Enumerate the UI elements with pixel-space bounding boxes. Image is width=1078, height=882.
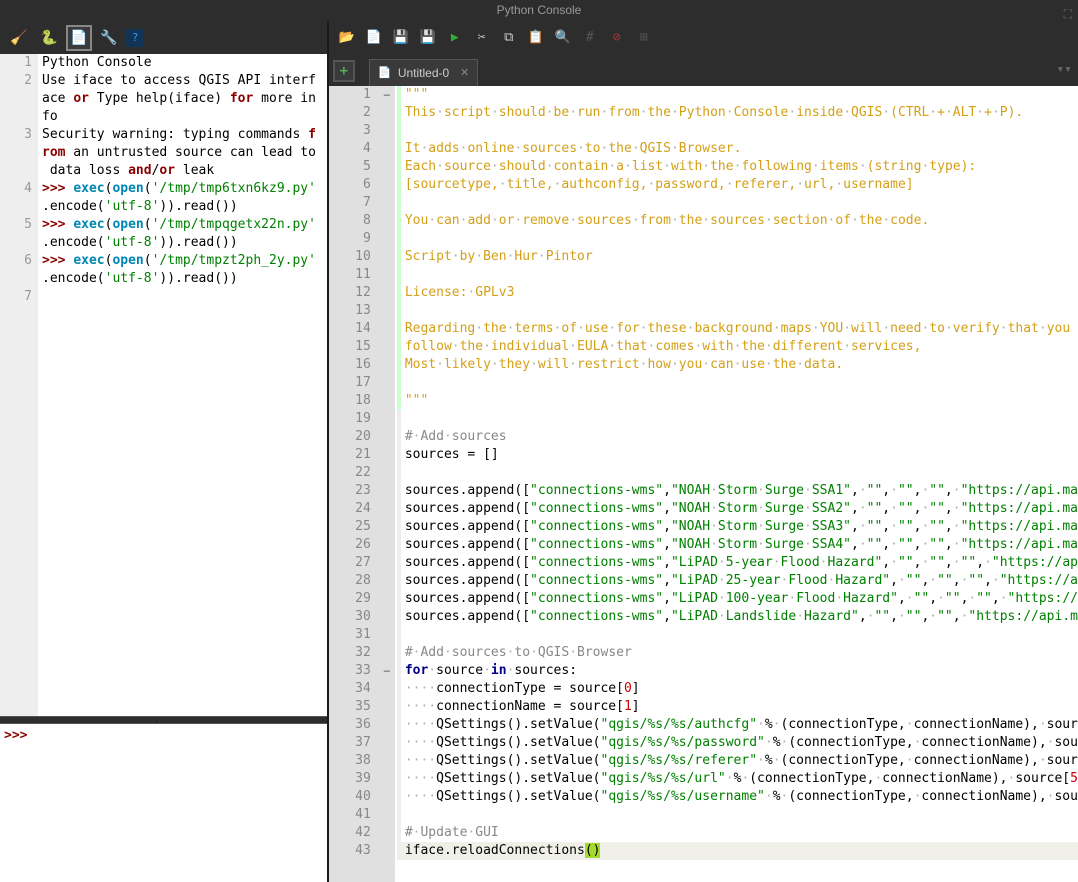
console-splitter[interactable] <box>0 716 327 724</box>
new-file-button[interactable]: 📄 <box>362 26 386 50</box>
copy-button[interactable]: ⧉ <box>497 26 521 50</box>
close-tab-icon[interactable]: ✕ <box>460 66 469 79</box>
console-toolbar: 🧹 🐍 📄 🔧 ? <box>0 21 327 54</box>
editor-code[interactable]: """This·script·should·be·run·from·the·Py… <box>395 86 1078 882</box>
clear-console-button[interactable]: 🧹 <box>6 25 32 51</box>
console-panel: 🧹 🐍 📄 🔧 ? 12 3 4 5 6 7 Python Console Us… <box>0 21 329 882</box>
open-file-button[interactable]: 📂 <box>335 26 359 50</box>
console-input[interactable]: >>> <box>0 724 327 882</box>
uncomment-button[interactable]: ⊘ <box>605 26 629 50</box>
comment-button[interactable]: # <box>578 26 602 50</box>
paste-button[interactable]: 📋 <box>524 26 548 50</box>
cut-button[interactable]: ✂ <box>470 26 494 50</box>
tab-options-icon[interactable]: ▾▾ <box>1056 62 1072 77</box>
console-gutter: 12 3 4 5 6 7 <box>0 54 38 716</box>
window-titlebar: Python Console ⛶ <box>0 0 1078 21</box>
editor-gutter: 1234567891011121314151617181920212223242… <box>329 86 379 882</box>
help-button[interactable]: ? <box>126 29 144 47</box>
expand-icon[interactable]: ⛶ <box>1064 4 1072 25</box>
editor-panel: 📂 📄 💾 💾 ▶ ✂ ⧉ 📋 🔍 # ⊘ ⊞ + 📄 Untitled-0 ✕… <box>329 21 1078 882</box>
tab-label: Untitled-0 <box>398 66 449 80</box>
console-output[interactable]: 12 3 4 5 6 7 Python Console Use iface to… <box>0 54 327 716</box>
python-icon[interactable]: 🐍 <box>36 25 62 51</box>
show-editor-button[interactable]: 📄 <box>66 25 92 51</box>
run-button[interactable]: ▶ <box>443 26 467 50</box>
object-inspector-button[interactable]: ⊞ <box>632 26 656 50</box>
save-as-button[interactable]: 💾 <box>416 26 440 50</box>
editor-toolbar: 📂 📄 💾 💾 ▶ ✂ ⧉ 📋 🔍 # ⊘ ⊞ <box>329 21 1078 54</box>
window-title-text: Python Console <box>497 3 582 17</box>
tab-untitled-0[interactable]: 📄 Untitled-0 ✕ <box>369 59 478 86</box>
code-editor[interactable]: 1234567891011121314151617181920212223242… <box>329 86 1078 882</box>
add-tab-button[interactable]: + <box>333 60 355 82</box>
tab-bar: + 📄 Untitled-0 ✕ ▾▾ <box>329 54 1078 86</box>
save-button[interactable]: 💾 <box>389 26 413 50</box>
fold-column[interactable]: −− <box>379 86 395 882</box>
settings-button[interactable]: 🔧 <box>96 25 122 51</box>
console-code[interactable]: Python Console Use iface to access QGIS … <box>38 54 327 716</box>
file-icon: 📄 <box>378 66 392 79</box>
find-button[interactable]: 🔍 <box>551 26 575 50</box>
